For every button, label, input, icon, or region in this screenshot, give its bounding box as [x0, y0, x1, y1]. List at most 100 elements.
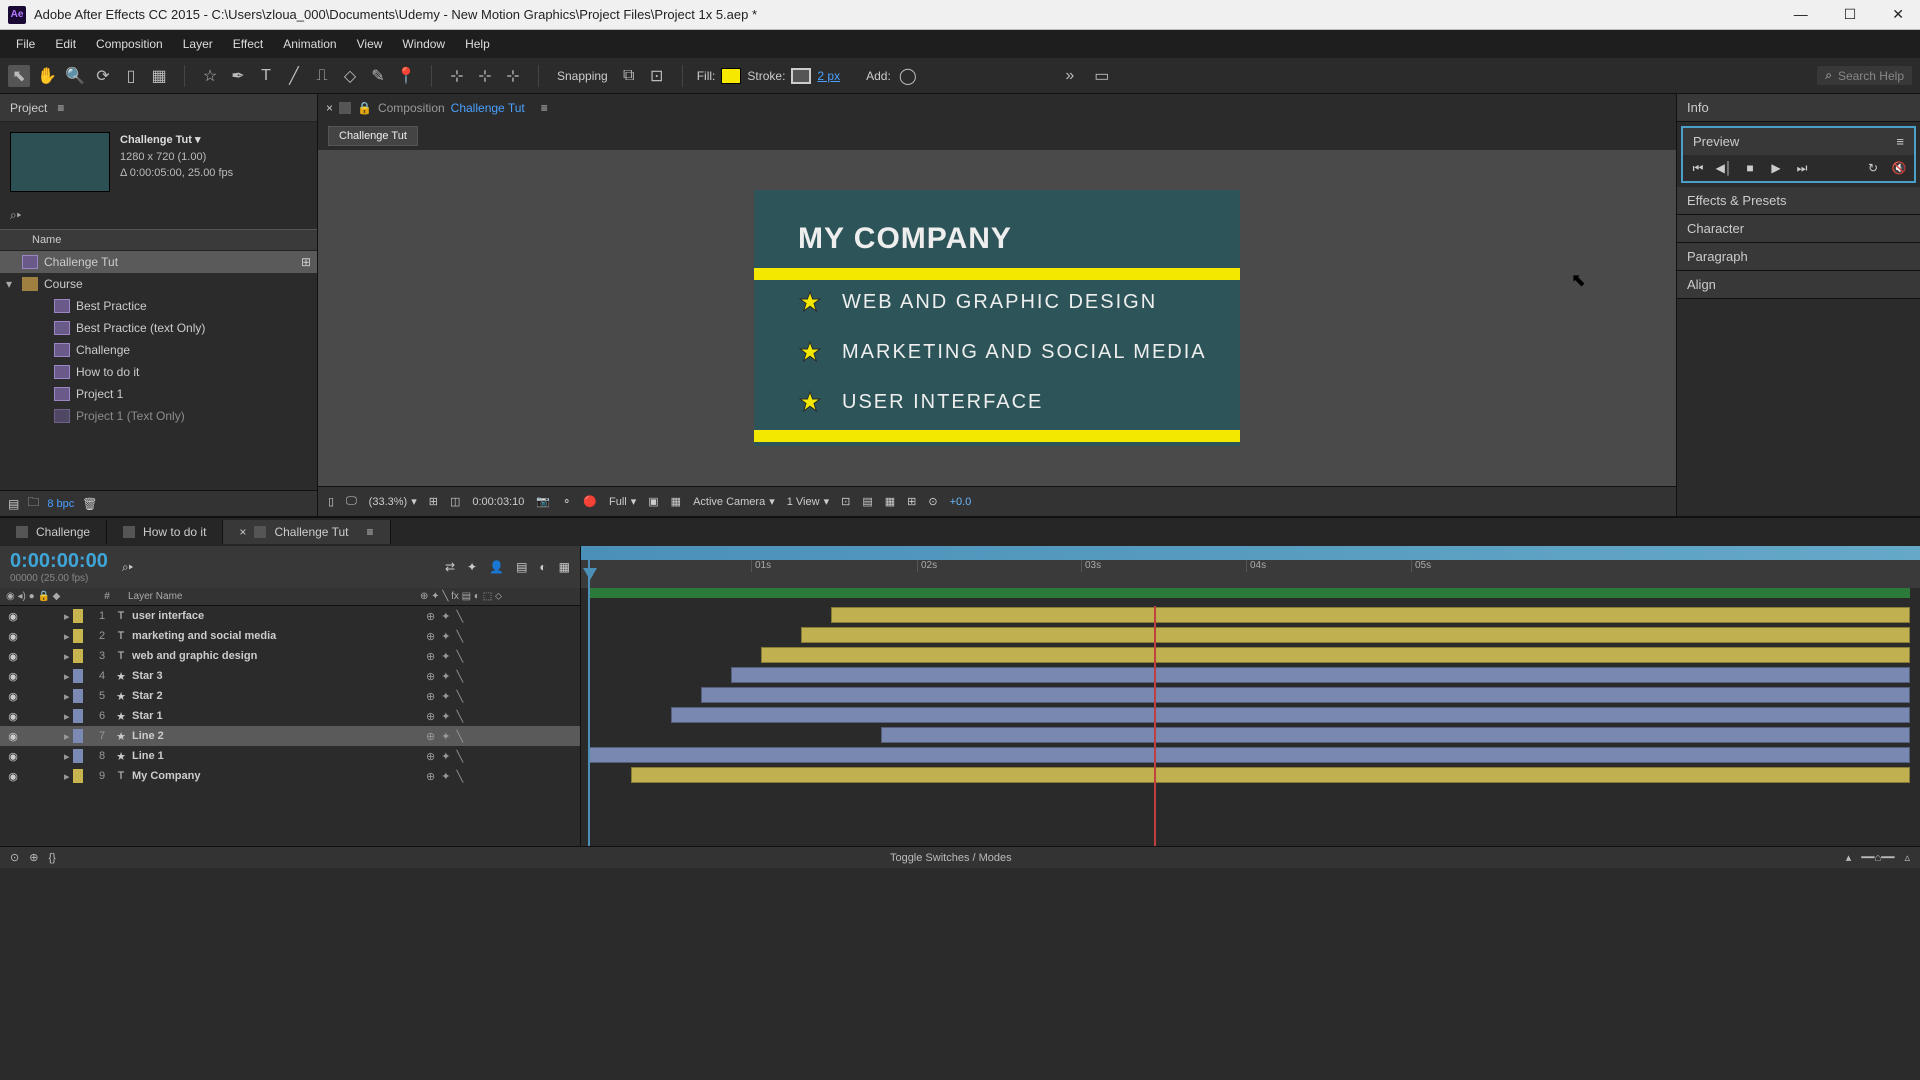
search-help[interactable]: ⌕ Search Help — [1817, 66, 1912, 85]
comp-thumbnail[interactable] — [10, 132, 110, 192]
bpc-button[interactable]: 8 bpc — [47, 498, 74, 510]
fill-label[interactable]: Fill: — [697, 69, 716, 83]
maximize-button[interactable]: ☐ — [1836, 4, 1865, 25]
snap-magnet-icon[interactable]: ⧉ — [618, 65, 640, 87]
close-tab-icon[interactable]: × — [326, 101, 333, 115]
menu-composition[interactable]: Composition — [86, 33, 173, 55]
exposure-value[interactable]: +0.0 — [950, 496, 972, 508]
new-folder-icon[interactable]: 🗀 — [27, 493, 39, 514]
expand-icon[interactable]: ▸ — [64, 670, 70, 683]
stroke-color-swatch[interactable] — [791, 68, 811, 84]
zoom-dropdown[interactable]: (33.3%) ▾ — [369, 495, 417, 508]
current-timecode[interactable]: 0:00:00:00 — [10, 550, 108, 573]
layer-row[interactable]: ◉▸2Tmarketing and social media⊕✦╲ — [0, 626, 580, 646]
play-icon[interactable]: ▶ — [1767, 159, 1785, 177]
layer-row[interactable]: ◉▸6★Star 1⊕✦╲ — [0, 706, 580, 726]
composition-mini-flowchart-icon[interactable]: ⇄ — [445, 560, 455, 574]
puppet-tool-icon[interactable]: 📍 — [395, 65, 417, 87]
timeline-tab[interactable]: How to do it — [107, 520, 223, 544]
expand-icon[interactable]: ▸ — [64, 730, 70, 743]
toolbar-overflow-icon[interactable]: » — [1059, 65, 1081, 87]
align-panel-header[interactable]: Align — [1677, 271, 1920, 298]
add-label[interactable]: Add: — [866, 69, 891, 83]
expand-icon[interactable]: ▸ — [64, 650, 70, 663]
toggle-switches-modes[interactable]: Toggle Switches / Modes — [890, 852, 1012, 864]
expand-icon[interactable]: ▸ — [64, 690, 70, 703]
tree-item[interactable]: Project 1 (Text Only) — [0, 405, 317, 427]
expand-icon[interactable]: ▸ — [64, 750, 70, 763]
layer-color-icon[interactable] — [73, 729, 83, 743]
minimize-button[interactable]: — — [1786, 4, 1816, 25]
expand-icon[interactable]: ▸ — [64, 710, 70, 723]
tree-item[interactable]: Challenge — [0, 339, 317, 361]
text-tool-icon[interactable]: T — [255, 65, 277, 87]
toggle-switches-icon[interactable]: ⊙ — [10, 851, 19, 864]
prev-frame-icon[interactable]: ◀│ — [1715, 159, 1733, 177]
axis-local-icon[interactable]: ⊹ — [446, 65, 468, 87]
effects-panel-header[interactable]: Effects & Presets — [1677, 187, 1920, 214]
visibility-icon[interactable]: ◉ — [6, 710, 20, 723]
tab-menu-icon[interactable]: ≡ — [541, 101, 548, 115]
camera-tool-icon[interactable]: ▯ — [120, 65, 142, 87]
brush-tool-icon[interactable]: ╱ — [283, 65, 305, 87]
snapping-label[interactable]: Snapping — [553, 69, 612, 83]
pixel-aspect-icon[interactable]: ⊡ — [841, 495, 850, 508]
menu-window[interactable]: Window — [392, 33, 455, 55]
project-search-icon[interactable]: ⌕▸ — [10, 208, 21, 222]
transparency-icon[interactable]: ▦ — [671, 495, 681, 508]
expand-icon[interactable]: ▸ — [64, 610, 70, 623]
layer-color-icon[interactable] — [73, 609, 83, 623]
stroke-label[interactable]: Stroke: — [747, 69, 785, 83]
layer-row[interactable]: ◉▸4★Star 3⊕✦╲ — [0, 666, 580, 686]
menu-help[interactable]: Help — [455, 33, 500, 55]
visibility-icon[interactable]: ◉ — [6, 670, 20, 683]
zoom-in-icon[interactable]: ▵ — [1904, 851, 1910, 864]
menu-layer[interactable]: Layer — [173, 33, 223, 55]
pan-behind-tool-icon[interactable]: ▦ — [148, 65, 170, 87]
panel-menu-icon[interactable]: ≡ — [1896, 134, 1904, 149]
tree-item-root[interactable]: Challenge Tut ⊞ — [0, 251, 317, 273]
selection-tool-icon[interactable]: ⬉ — [8, 65, 30, 87]
timeline-icon[interactable]: ▦ — [885, 495, 895, 508]
layer-bar[interactable] — [588, 747, 1910, 763]
axis-view-icon[interactable]: ⊹ — [502, 65, 524, 87]
pen-tool-icon[interactable]: ✒ — [227, 65, 249, 87]
timeline-search-icon[interactable]: ⌕▸ — [122, 560, 133, 575]
snapshot-icon[interactable]: 📷 — [536, 495, 550, 508]
visibility-icon[interactable]: ◉ — [6, 750, 20, 763]
menu-animation[interactable]: Animation — [273, 33, 346, 55]
visibility-icon[interactable]: ◉ — [6, 650, 20, 663]
expand-icon[interactable]: ▸ — [64, 770, 70, 783]
composition-viewer[interactable]: MY COMPANY WEB AND GRAPHIC DESIGN MARKET… — [318, 150, 1676, 486]
tree-item[interactable]: Best Practice — [0, 295, 317, 317]
visibility-icon[interactable]: ◉ — [6, 730, 20, 743]
menu-file[interactable]: File — [6, 33, 45, 55]
visibility-icon[interactable]: ◉ — [6, 770, 20, 783]
layer-row[interactable]: ◉▸5★Star 2⊕✦╲ — [0, 686, 580, 706]
layer-bar[interactable] — [671, 707, 1910, 723]
layer-bar[interactable] — [831, 607, 1910, 623]
flowchart-icon[interactable]: ⊞ — [907, 495, 916, 508]
tree-item[interactable]: How to do it — [0, 361, 317, 383]
visibility-icon[interactable]: ◉ — [6, 690, 20, 703]
layer-row[interactable]: ◉▸3Tweb and graphic design⊕✦╲ — [0, 646, 580, 666]
name-column-header[interactable]: Name — [0, 229, 317, 251]
last-frame-icon[interactable]: ⏭ — [1793, 159, 1811, 177]
timeline-tab-active[interactable]: ×Challenge Tut≡ — [223, 520, 390, 544]
toggle-switches-icon[interactable]: {} — [48, 852, 55, 864]
layer-color-icon[interactable] — [73, 749, 83, 763]
preview-panel-header[interactable]: Preview≡ — [1683, 128, 1914, 155]
stroke-width-input[interactable]: 2 px — [817, 69, 840, 83]
hand-tool-icon[interactable]: ✋ — [36, 65, 58, 87]
layer-row[interactable]: ◉▸1Tuser interface⊕✦╲ — [0, 606, 580, 626]
roi-icon[interactable]: ▣ — [648, 495, 658, 508]
layer-color-icon[interactable] — [73, 709, 83, 723]
camera-dropdown[interactable]: Active Camera ▾ — [693, 495, 775, 508]
expand-icon[interactable]: ▸ — [64, 630, 70, 643]
graph-editor-icon[interactable]: ▦ — [559, 560, 570, 574]
flowchart-icon[interactable]: ⊞ — [301, 255, 311, 269]
character-panel-header[interactable]: Character — [1677, 215, 1920, 242]
axis-world-icon[interactable]: ⊹ — [474, 65, 496, 87]
roto-tool-icon[interactable]: ✎ — [367, 65, 389, 87]
visibility-icon[interactable]: ◉ — [6, 610, 20, 623]
